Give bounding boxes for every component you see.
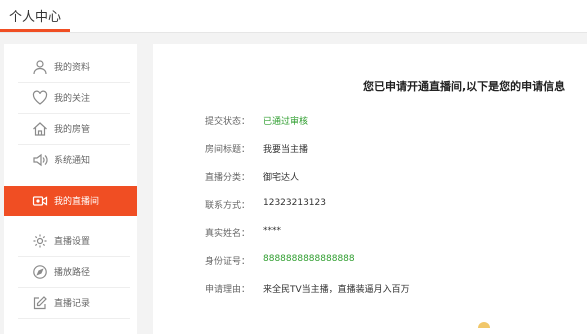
sidebar-item-label: 我的关注 xyxy=(54,94,91,104)
user-icon xyxy=(32,59,48,75)
home-icon xyxy=(32,121,48,137)
top-bar: 个人中心 xyxy=(0,0,587,33)
compass-icon xyxy=(32,264,48,280)
sidebar-item-notifications[interactable]: 系统通知 xyxy=(4,145,137,175)
title-underline xyxy=(0,29,70,32)
video-icon xyxy=(32,193,48,209)
application-info-panel: 您已申请开通直播间,以下是您的申请信息 提交状态： 已通过审核 房间标题： 我要… xyxy=(153,44,587,334)
gear-icon xyxy=(32,233,48,249)
sidebar-item-follows[interactable]: 我的关注 xyxy=(4,83,137,113)
sidebar-item-label: 我的房管 xyxy=(54,125,91,135)
sidebar-item-label: 系统通知 xyxy=(54,156,91,166)
sidebar-item-live-records[interactable]: 直播记录 xyxy=(4,288,137,318)
id-number-value: 8888888888888888 xyxy=(263,254,355,264)
sidebar-item-profile[interactable]: 我的资料 xyxy=(4,52,137,82)
heart-icon xyxy=(32,90,48,106)
field-label: 提交状态： xyxy=(205,117,251,127)
application-reason-value: 来全民TV当主播，直播装逼月入百万 xyxy=(263,285,410,295)
sidebar-item-label: 播放路径 xyxy=(54,268,91,278)
field-label: 身份证号： xyxy=(205,257,251,267)
live-category-value: 御宅达人 xyxy=(263,173,300,183)
field-label: 直播分类： xyxy=(205,173,251,183)
real-name-value: **** xyxy=(263,226,281,236)
application-heading: 您已申请开通直播间,以下是您的申请信息 xyxy=(363,80,566,93)
room-title-value: 我要当主播 xyxy=(263,145,309,155)
sidebar-item-label: 我的直播间 xyxy=(54,197,100,207)
sidebar-item-label: 直播记录 xyxy=(54,299,91,309)
field-label: 房间标题： xyxy=(205,145,251,155)
divider xyxy=(18,318,130,319)
submission-status-value: 已通过审核 xyxy=(263,117,309,127)
sidebar: 我的资料 我的关注 我的房管 系统通知 我的直播间 直播设置 播放路径 直播记录 xyxy=(4,44,137,334)
field-label: 联系方式： xyxy=(205,201,251,211)
sidebar-item-my-live-room[interactable]: 我的直播间 xyxy=(4,186,137,216)
field-label: 真实姓名： xyxy=(205,229,251,239)
sidebar-item-room-admin[interactable]: 我的房管 xyxy=(4,114,137,144)
sidebar-item-label: 我的资料 xyxy=(54,63,91,73)
contact-value: 12323213123 xyxy=(263,198,326,208)
scroll-widget xyxy=(478,322,490,328)
speaker-icon xyxy=(32,152,48,168)
sidebar-item-play-path[interactable]: 播放路径 xyxy=(4,257,137,287)
field-label: 申请理由： xyxy=(205,285,251,295)
page-title: 个人中心 xyxy=(9,10,62,25)
sidebar-item-label: 直播设置 xyxy=(54,237,91,247)
edit-icon xyxy=(32,295,48,311)
sidebar-item-live-settings[interactable]: 直播设置 xyxy=(4,226,137,256)
